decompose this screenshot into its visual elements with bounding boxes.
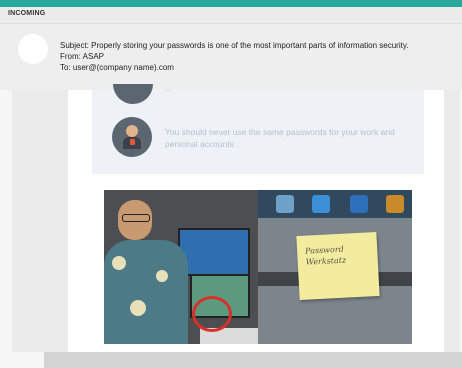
glasses	[122, 214, 150, 222]
email-header: Subject: Properly storing your passwords…	[0, 24, 462, 90]
incoming-label: INCOMING	[8, 10, 46, 17]
password-sticky-note-photo: Password Werkstatz	[104, 190, 412, 344]
incoming-label-bar: INCOMING	[0, 7, 462, 24]
email-subject: Subject: Properly storing your passwords…	[60, 41, 409, 50]
taskbar	[258, 190, 412, 218]
tip-faded-text: ...	[165, 86, 171, 93]
sender-avatar	[18, 34, 48, 64]
tip-text: You should never use the same passwords …	[165, 127, 395, 149]
email-from: From: ASAP	[60, 52, 105, 61]
photo-left-office	[104, 190, 258, 344]
browser-icon	[312, 195, 330, 213]
folder-icon	[276, 195, 294, 213]
sticky-note-text: Password Werkstatz	[304, 244, 347, 267]
user-lock-icon	[112, 117, 152, 157]
red-circle-annotation	[192, 296, 232, 332]
sticky-note: Password Werkstatz	[296, 231, 380, 301]
email-to: To: user@(company name).com	[60, 63, 174, 72]
top-accent-bar	[0, 0, 462, 7]
monitor	[178, 228, 250, 276]
outlook-icon	[350, 195, 368, 213]
app-icon	[386, 195, 404, 213]
footer-bar	[44, 352, 462, 368]
photo-right-screen: Password Werkstatz	[258, 190, 412, 344]
